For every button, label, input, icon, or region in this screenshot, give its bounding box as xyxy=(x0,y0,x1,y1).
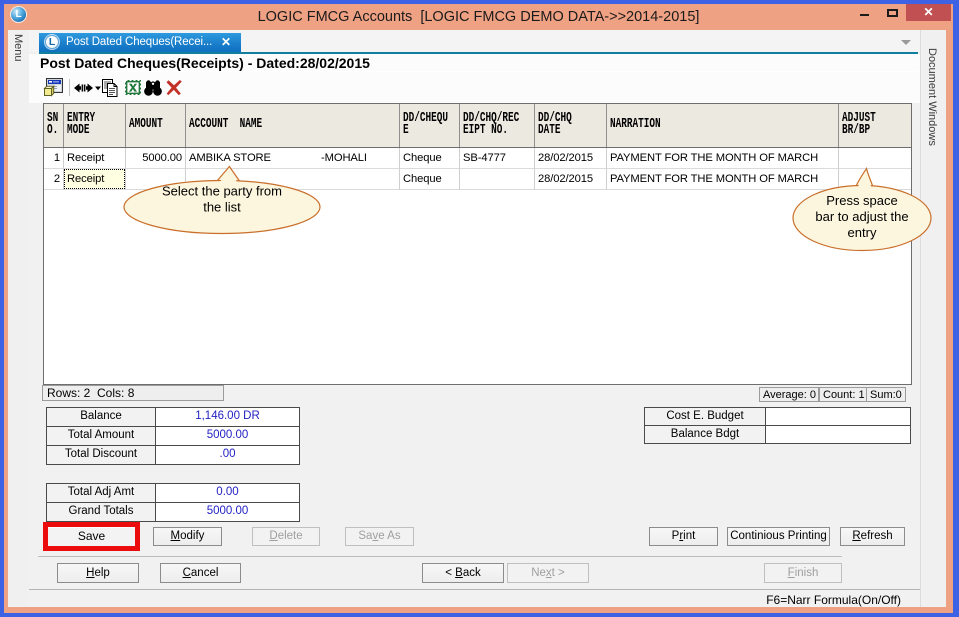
svg-text:Press space: Press space xyxy=(826,193,898,208)
svg-text:Select the party from: Select the party from xyxy=(162,184,282,199)
svg-text:entry: entry xyxy=(848,225,877,240)
svg-text:the list: the list xyxy=(203,200,241,215)
svg-text:bar to adjust the: bar to adjust the xyxy=(815,209,908,224)
